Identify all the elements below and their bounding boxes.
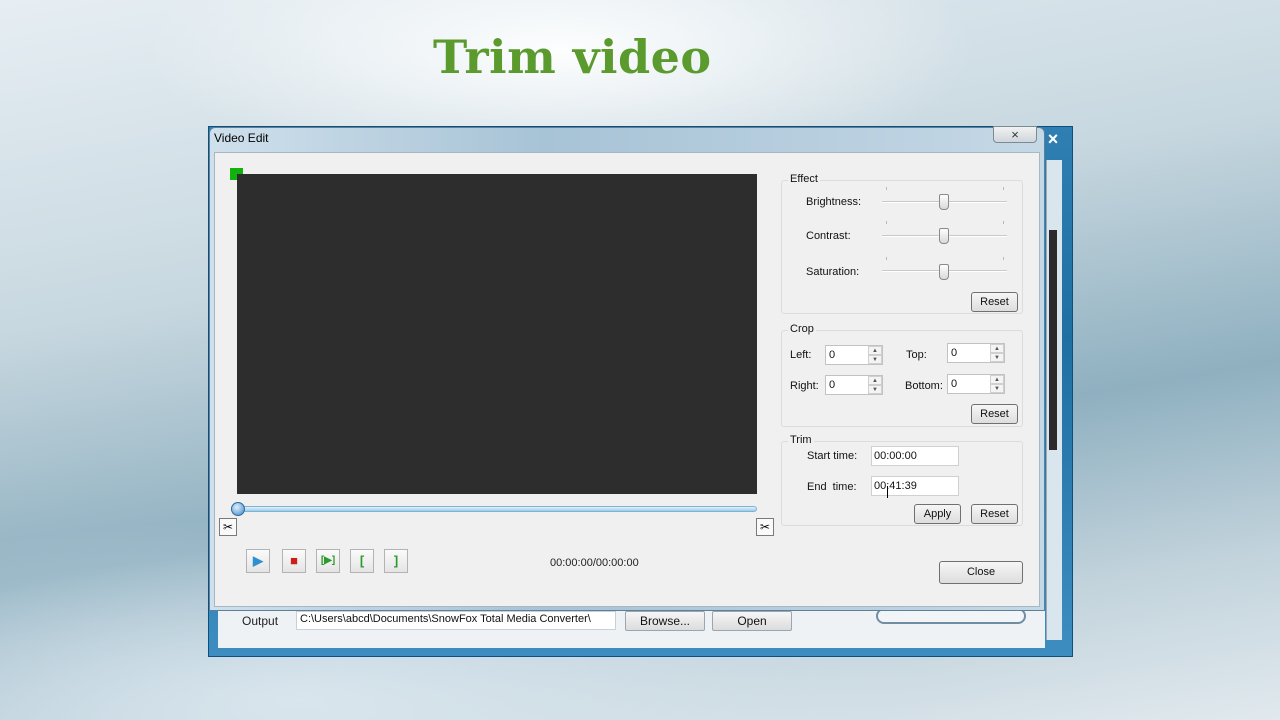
converter-close-button[interactable]: × (1042, 128, 1064, 150)
contrast-label: Contrast: (806, 230, 851, 242)
crop-bottom-stepper[interactable]: 0 ▲ ▼ (947, 374, 1005, 394)
output-path-field[interactable]: C:\Users\abcd\Documents\SnowFox Total Me… (296, 611, 616, 630)
trim-reset-button[interactable]: Reset (971, 504, 1018, 524)
spin-down-icon[interactable]: ▼ (990, 384, 1004, 393)
effect-reset-button[interactable]: Reset (971, 292, 1018, 312)
play-selection-button[interactable]: [▶] (316, 549, 340, 573)
open-button[interactable]: Open (712, 611, 792, 631)
close-button[interactable]: Close (939, 561, 1023, 584)
spin-up-icon[interactable]: ▲ (990, 344, 1004, 353)
dialog-body: ✂ ✂ ▶ ■ [▶] [ ] 00:00:00/00:00:00 Effect… (214, 152, 1040, 607)
end-time-label: End time: (807, 481, 857, 493)
crop-left-stepper[interactable]: 0 ▲ ▼ (825, 345, 883, 365)
start-time-input[interactable]: 00:00:00 (871, 446, 959, 466)
trim-group-label: Trim (788, 434, 814, 446)
spin-down-icon[interactable]: ▼ (990, 353, 1004, 362)
spin-down-icon[interactable]: ▼ (868, 385, 882, 394)
stop-button[interactable]: ■ (282, 549, 306, 573)
dialog-close-icon[interactable]: × (993, 126, 1037, 143)
effect-group-label: Effect (788, 173, 820, 185)
spin-up-icon[interactable]: ▲ (868, 376, 882, 385)
trim-start-scissor-icon[interactable]: ✂ (219, 518, 237, 536)
spin-up-icon[interactable]: ▲ (868, 346, 882, 355)
video-preview (237, 174, 757, 494)
crop-top-label: Top: (906, 349, 927, 361)
slide-title: Trim video (433, 30, 712, 84)
crop-bottom-label: Bottom: (905, 380, 943, 392)
trim-end-scissor-icon[interactable]: ✂ (756, 518, 774, 536)
converter-side-panel (1046, 160, 1062, 640)
video-edit-dialog: Video Edit × ✂ ✂ ▶ ■ [▶] [ ] 00:00:00/00… (209, 126, 1045, 611)
browse-button[interactable]: Browse... (625, 611, 705, 631)
spin-up-icon[interactable]: ▲ (990, 375, 1004, 384)
crop-left-label: Left: (790, 349, 812, 361)
end-time-input[interactable]: 00:41:39 (871, 476, 959, 496)
saturation-slider-thumb[interactable] (939, 264, 949, 280)
mark-start-button[interactable]: [ (350, 549, 374, 573)
start-time-label: Start time: (807, 450, 858, 462)
crop-right-stepper[interactable]: 0 ▲ ▼ (825, 375, 883, 395)
crop-group-label: Crop (788, 323, 816, 335)
brightness-slider-thumb[interactable] (939, 194, 949, 210)
contrast-slider-thumb[interactable] (939, 228, 949, 244)
crop-reset-button[interactable]: Reset (971, 404, 1018, 424)
seek-thumb[interactable] (231, 502, 245, 516)
output-label: Output (242, 614, 279, 628)
brightness-label: Brightness: (806, 196, 862, 208)
spin-down-icon[interactable]: ▼ (868, 355, 882, 364)
crop-right-label: Right: (790, 380, 819, 392)
mark-end-button[interactable]: ] (384, 549, 408, 573)
play-button[interactable]: ▶ (246, 549, 270, 573)
trim-apply-button[interactable]: Apply (914, 504, 961, 524)
dialog-title: Video Edit (214, 131, 269, 145)
time-readout: 00:00:00/00:00:00 (550, 557, 639, 569)
text-cursor-icon (887, 486, 888, 498)
saturation-label: Saturation: (806, 266, 860, 278)
crop-top-stepper[interactable]: 0 ▲ ▼ (947, 343, 1005, 363)
seek-bar[interactable] (237, 506, 757, 512)
